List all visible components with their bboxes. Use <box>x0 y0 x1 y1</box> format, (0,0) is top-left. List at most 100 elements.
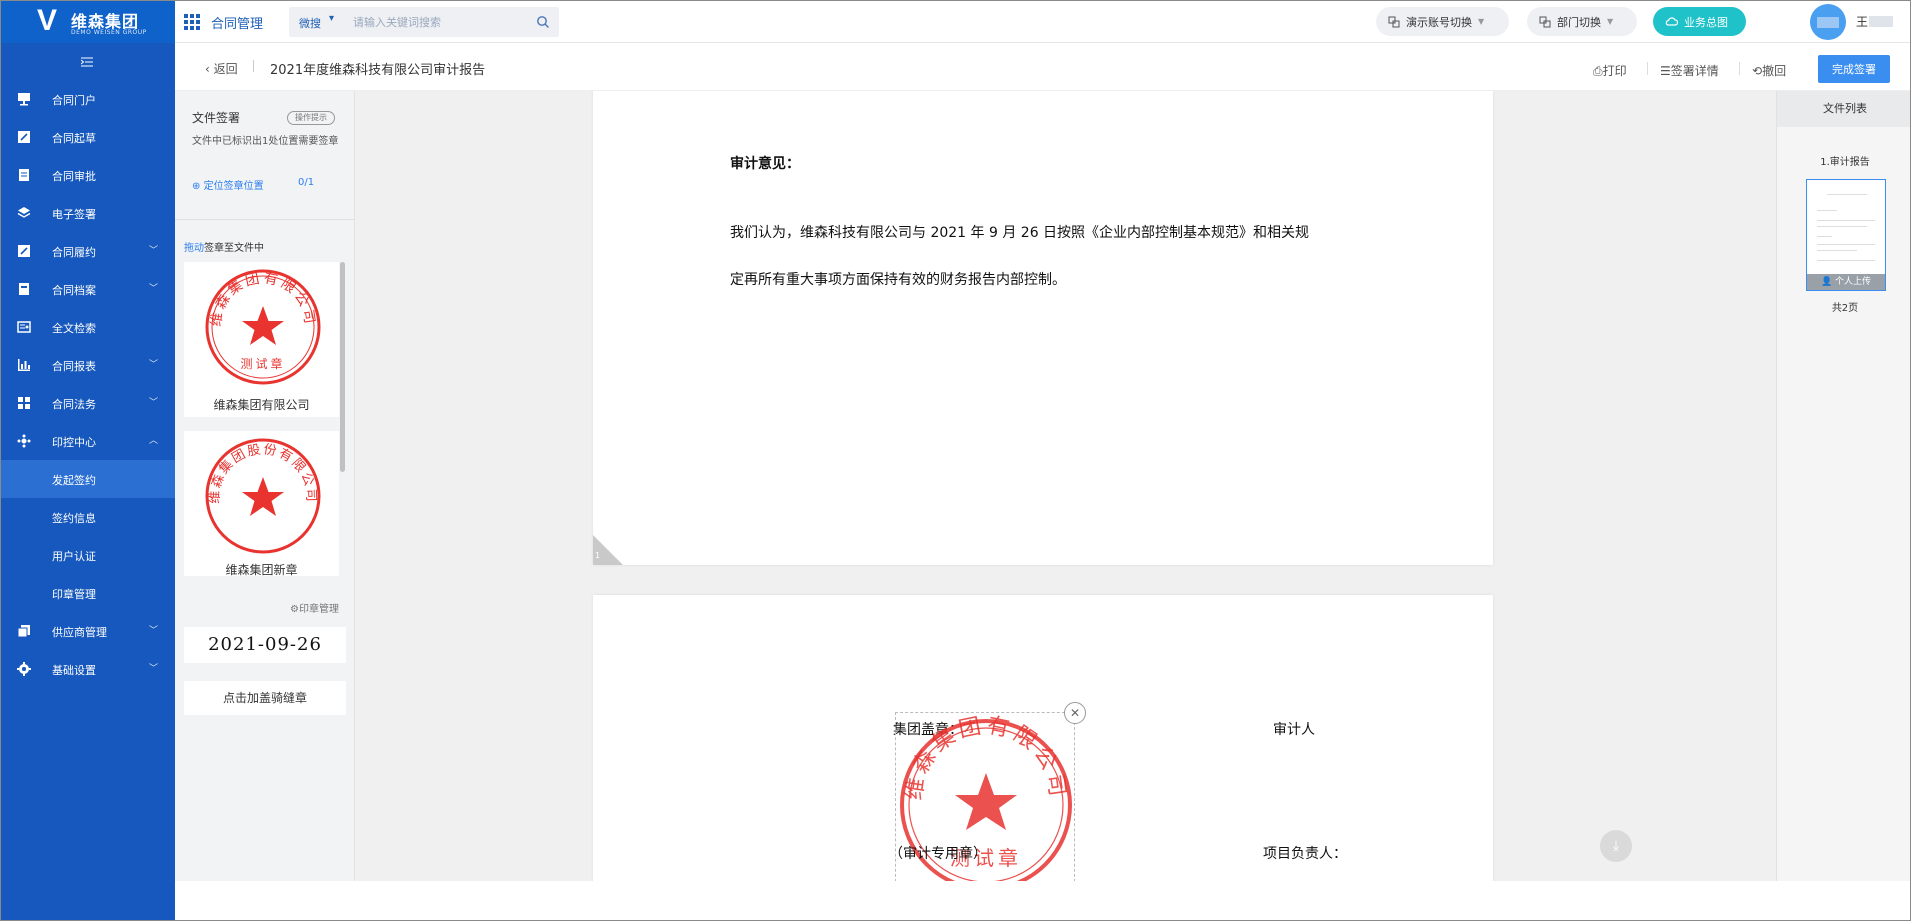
panel-description: 文件中已标识出1处位置需要签章 <box>192 136 339 147</box>
sidebar-item-contract-approval[interactable]: 合同审批 <box>1 156 175 194</box>
undo-label: 撤回 <box>1762 64 1787 78</box>
brand-logo[interactable]: V 维森集团 DEMO WEISEN GROUP <box>1 1 175 43</box>
sign-detail-button[interactable]: ☰签署详情 <box>1660 62 1719 79</box>
sidebar-item-contract-performance[interactable]: 合同履约 ﹀ <box>1 232 175 270</box>
seal-management-link[interactable]: ⚙印章管理 <box>290 600 339 615</box>
business-overview-button[interactable]: 业务总图 <box>1653 7 1746 36</box>
sidebar-item-basic-settings[interactable]: 基础设置 ﹀ <box>1 650 175 688</box>
sign-detail-label: 签署详情 <box>1670 64 1719 78</box>
sidebar-item-contract-portal[interactable]: 合同门户 <box>1 80 175 118</box>
print-label: 打印 <box>1602 64 1627 78</box>
company-seal-image: 维森集团有限公司 测试章 <box>205 269 321 385</box>
upload-tag: 👤 个人上传 <box>1807 274 1885 290</box>
search-icon[interactable] <box>536 15 550 29</box>
svg-text:测试章: 测试章 <box>240 356 285 371</box>
drag-hint-highlight: 拖动 <box>184 243 204 254</box>
undo-button[interactable]: ⟲撤回 <box>1752 62 1786 79</box>
sidebar-subitem-initiate-signing[interactable]: 发起签约 <box>1 460 175 498</box>
user-name-redacted <box>1869 16 1893 27</box>
sidebar-item-label: 合同起草 <box>52 132 96 145</box>
cloud-icon <box>1665 17 1678 26</box>
demo-account-switch-label: 演示账号切换 <box>1406 15 1472 29</box>
menu-collapse-icon[interactable] <box>81 57 93 67</box>
sidebar-item-label: 基础设置 <box>52 664 96 677</box>
department-switch-label: 部门切换 <box>1557 15 1601 29</box>
finish-signing-button[interactable]: 完成签署 <box>1818 55 1890 83</box>
seal-label: 维森集团有限公司 <box>213 398 310 412</box>
module-title[interactable]: 合同管理 <box>211 13 263 32</box>
back-button[interactable]: ‹ 返回 <box>205 60 238 77</box>
document-viewer[interactable]: 审计意见： 我们认为，维森科技有限公司与 2021 年 9 月 26 日按照《企… <box>355 91 1776 881</box>
sidebar-item-contract-legal[interactable]: 合同法务 ﹀ <box>1 384 175 422</box>
sidebar-item-label: 合同履约 <box>52 246 96 259</box>
copy-icon <box>17 625 30 638</box>
sidebar-subitem-signing-info[interactable]: 签约信息 <box>1 498 175 536</box>
sidebar-subitem-seal-management[interactable]: 印章管理 <box>1 574 175 612</box>
sidebar-item-label: 供应商管理 <box>52 626 107 639</box>
signing-panel: 文件签署 操作提示 文件中已标识出1处位置需要签章 ⊕ 定位签章位置 0/1 拖… <box>175 91 355 881</box>
drag-hint: 拖动签章至文件中 <box>184 239 264 254</box>
search-card-icon <box>17 321 31 333</box>
sidebar-subitem-label: 签约信息 <box>52 512 96 525</box>
search-input[interactable] <box>353 12 523 32</box>
sidebar-item-fulltext-search[interactable]: 全文检索 <box>1 308 175 346</box>
chevron-down-icon: ﹀ <box>149 360 159 370</box>
doc-paragraph-line: 定再所有重大事项方面保持有效的财务报告内部控制。 <box>730 272 1066 288</box>
page-count: 共2页 <box>1831 303 1859 314</box>
seal-label: 维森集团新章 <box>225 563 298 577</box>
sidebar-subitem-label: 印章管理 <box>52 588 96 601</box>
download-button[interactable]: ⤓ <box>1600 830 1632 862</box>
auditor-label: 审计人 <box>1273 722 1315 738</box>
app-window: V 维森集团 DEMO WEISEN GROUP 合同管理 微搜 ▾ 演示账号切… <box>0 0 1911 921</box>
global-search: 微搜 ▾ <box>289 7 559 37</box>
close-icon: ✕ <box>1069 706 1081 720</box>
search-scope-select[interactable]: 微搜 <box>299 15 321 31</box>
sidebar-subitem-user-auth[interactable]: 用户认证 <box>1 536 175 574</box>
sidebar-item-seal-control-center[interactable]: 印控中心 ︿ <box>1 422 175 460</box>
drag-hint-text: 签章至文件中 <box>204 243 264 254</box>
scrollbar[interactable] <box>340 262 345 472</box>
seal-card[interactable]: 维森集团股份有限公司 维森集团新章 <box>184 431 339 577</box>
file-thumbnail[interactable]: 👤 个人上传 <box>1806 179 1886 291</box>
undo-icon: ⟲ <box>1752 64 1763 78</box>
locate-count: 0/1 <box>298 177 315 188</box>
sidebar-item-contract-archive[interactable]: 合同档案 ﹀ <box>1 270 175 308</box>
chevron-down-icon: ﹀ <box>149 398 159 408</box>
sidebar-item-e-sign[interactable]: 电子签署 <box>1 194 175 232</box>
department-switch[interactable]: 部门切换 ▼ <box>1527 7 1637 36</box>
sidebar-item-label: 合同报表 <box>52 360 96 373</box>
sidebar-item-supplier-management[interactable]: 供应商管理 ﹀ <box>1 612 175 650</box>
divider <box>175 219 355 220</box>
date-stamp[interactable]: 2021-09-26 <box>184 627 346 663</box>
seal-card[interactable]: 维森集团有限公司 测试章 维森集团有限公司 <box>184 262 339 417</box>
divider <box>1739 62 1740 75</box>
demo-account-switch[interactable]: 演示账号切换 ▼ <box>1376 7 1509 36</box>
sidebar-subitem-label: 发起签约 <box>52 474 96 487</box>
document-page: 审计意见： 我们认为，维森科技有限公司与 2021 年 9 月 26 日按照《企… <box>593 91 1493 565</box>
top-bar: V 维森集团 DEMO WEISEN GROUP 合同管理 微搜 ▾ 演示账号切… <box>1 1 1910 43</box>
sidebar-item-contract-reports[interactable]: 合同报表 ﹀ <box>1 346 175 384</box>
straddle-seal-button[interactable]: 点击加盖骑缝章 <box>184 681 346 715</box>
chevron-down-icon: ﹀ <box>149 664 159 674</box>
gear-icon: ⚙ <box>290 604 299 615</box>
sidebar-item-contract-draft[interactable]: 合同起草 <box>1 118 175 156</box>
divider <box>253 60 254 72</box>
user-name[interactable]: 王 <box>1856 13 1868 30</box>
apps-grid-icon[interactable] <box>184 14 200 30</box>
department-icon <box>1539 16 1551 27</box>
user-icon: 👤 <box>1820 277 1833 287</box>
remove-seal-button[interactable]: ✕ <box>1064 702 1086 724</box>
file-name[interactable]: 1.审计报告 <box>1777 153 1910 168</box>
chevron-down-icon: ﹀ <box>149 246 159 256</box>
locate-signature-link[interactable]: ⊕ 定位签章位置 <box>192 177 264 192</box>
operation-tips-button[interactable]: 操作提示 <box>287 111 335 125</box>
chevron-down-icon[interactable]: ▾ <box>329 13 334 24</box>
chevron-up-icon: ︿ <box>149 436 159 446</box>
archive-icon <box>19 283 29 295</box>
sidebar-item-label: 印控中心 <box>52 436 96 449</box>
document-icon <box>19 169 29 181</box>
locate-label: 定位签章位置 <box>203 181 264 192</box>
divider <box>1647 62 1648 75</box>
print-button[interactable]: ⎙打印 <box>1593 62 1627 79</box>
avatar[interactable] <box>1810 4 1846 40</box>
